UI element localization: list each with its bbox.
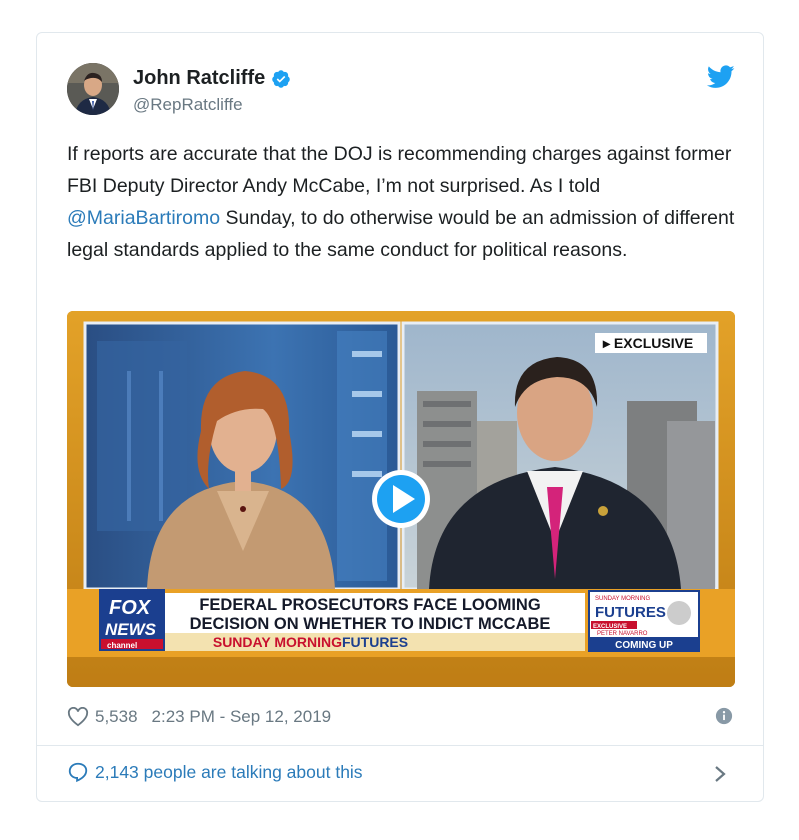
promo-top: SUNDAY MORNING xyxy=(595,596,650,602)
show-name-part1: SUNDAY MORNING xyxy=(213,634,342,650)
fox-logo-line1: FOX xyxy=(109,597,152,619)
exclusive-label: ▸ EXCLUSIVE xyxy=(602,335,693,351)
chevron-right-icon[interactable] xyxy=(713,764,727,784)
right-video-panel xyxy=(401,321,719,591)
fox-logo-line3: channel xyxy=(107,641,137,650)
author-name[interactable]: John Ratcliffe xyxy=(133,67,265,90)
divider xyxy=(37,745,763,746)
twitter-bird-icon[interactable] xyxy=(707,65,735,89)
tweet-card[interactable]: John Ratcliffe @RepRatcliffe If reports … xyxy=(36,32,764,802)
play-button-icon xyxy=(372,470,430,528)
mention-link[interactable]: @MariaBartiromo xyxy=(67,207,220,229)
comment-bubble-icon xyxy=(68,762,88,783)
tweet-text: If reports are accurate that the DOJ is … xyxy=(67,143,735,261)
left-video-panel xyxy=(83,321,401,591)
fox-logo-line2: NEWS xyxy=(105,620,157,639)
show-name-part2: FUTURES xyxy=(342,634,408,650)
promo-bottom: COMING UP xyxy=(615,640,673,651)
verified-badge-icon xyxy=(272,69,291,88)
author-handle[interactable]: @RepRatcliffe xyxy=(133,95,243,115)
chyron: FOX NEWS channel FEDERAL PROSECUTORS FAC… xyxy=(67,589,735,657)
like-count[interactable]: 5,538 xyxy=(95,707,138,727)
promo-brand: FUTURES xyxy=(595,604,666,621)
promo-guest: PETER NAVARRO xyxy=(597,631,648,637)
promo-tag: EXCLUSIVE xyxy=(593,624,627,630)
headline-line1: FEDERAL PROSECUTORS FACE LOOMING xyxy=(199,596,540,614)
conversation-link[interactable]: 2,143 people are talking about this xyxy=(67,761,363,783)
headline-line2: DECISION ON WHETHER TO INDICT MCCABE xyxy=(190,615,551,633)
tweet-timestamp[interactable]: 2:23 PM - Sep 12, 2019 xyxy=(152,707,332,727)
avatar[interactable] xyxy=(67,63,119,115)
video-thumbnail[interactable]: ▸ EXCLUSIVE FOX NEWS channel FEDERAL PRO… xyxy=(67,311,735,687)
info-icon[interactable] xyxy=(715,707,733,725)
heart-icon[interactable] xyxy=(67,707,89,727)
conversation-count[interactable]: 2,143 people are talking about this xyxy=(95,762,363,783)
tweet-header: John Ratcliffe @RepRatcliffe xyxy=(67,63,735,123)
tweet-meta: 5,538 2:23 PM - Sep 12, 2019 xyxy=(67,705,735,729)
